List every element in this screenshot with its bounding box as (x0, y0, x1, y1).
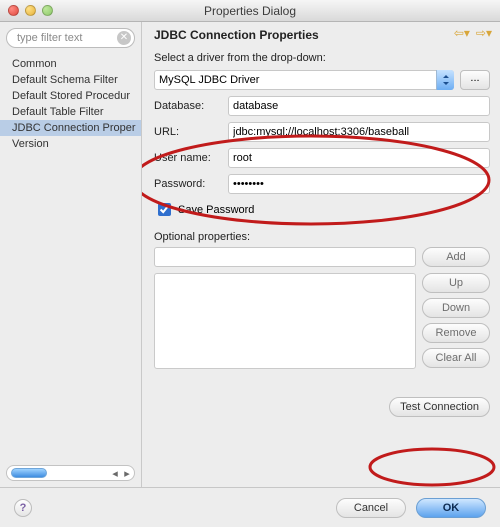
driver-select[interactable] (154, 70, 454, 90)
sidebar-item-jdbc[interactable]: JDBC Connection Proper (0, 120, 141, 136)
down-button[interactable]: Down (422, 298, 490, 318)
scroll-right-icon[interactable]: ▸ (122, 468, 132, 478)
annotation-highlight-test (362, 443, 500, 487)
window-title: Properties Dialog (0, 4, 500, 18)
up-button[interactable]: Up (422, 273, 490, 293)
page-title: JDBC Connection Properties (154, 28, 490, 42)
dialog-body: ✕ Common Default Schema Filter Default S… (0, 22, 500, 487)
url-input[interactable] (228, 122, 490, 142)
back-icon[interactable]: ⇦▾ (454, 26, 470, 40)
browse-driver-button[interactable]: ... (460, 70, 490, 90)
test-connection-button[interactable]: Test Connection (389, 397, 490, 417)
scroll-left-icon[interactable]: ◂ (110, 468, 120, 478)
optional-property-input[interactable] (154, 247, 416, 267)
optional-props-label: Optional properties: (154, 231, 490, 243)
remove-button[interactable]: Remove (422, 323, 490, 343)
database-input[interactable] (228, 96, 490, 116)
url-label: URL: (154, 126, 228, 138)
cancel-button[interactable]: Cancel (336, 498, 406, 518)
password-input[interactable] (228, 174, 490, 194)
sidebar-item-schema-filter[interactable]: Default Schema Filter (0, 72, 141, 88)
titlebar: Properties Dialog (0, 0, 500, 22)
save-password-checkbox[interactable] (158, 203, 171, 216)
database-label: Database: (154, 100, 228, 112)
clear-filter-icon[interactable]: ✕ (117, 31, 131, 45)
sidebar-item-table-filter[interactable]: Default Table Filter (0, 104, 141, 120)
dropdown-arrows-icon[interactable] (436, 70, 454, 90)
username-label: User name: (154, 152, 228, 164)
password-label: Password: (154, 178, 228, 190)
scrollbar-thumb[interactable] (11, 468, 47, 478)
optional-props-list[interactable] (154, 273, 416, 369)
sidebar-item-version[interactable]: Version (0, 136, 141, 152)
horizontal-scrollbar[interactable]: ◂ ▸ (6, 465, 135, 481)
sidebar-item-common[interactable]: Common (0, 56, 141, 72)
username-input[interactable] (228, 148, 490, 168)
sidebar: ✕ Common Default Schema Filter Default S… (0, 22, 142, 487)
driver-prompt: Select a driver from the drop-down: (154, 52, 490, 64)
filter-input[interactable] (6, 28, 135, 48)
add-button[interactable]: Add (422, 247, 490, 267)
history-nav: ⇦▾ ⇨▾ (454, 26, 492, 40)
forward-icon[interactable]: ⇨▾ (476, 26, 492, 40)
dialog-footer: ? Cancel OK (0, 487, 500, 527)
main-panel: ⇦▾ ⇨▾ JDBC Connection Properties Select … (142, 22, 500, 487)
sidebar-item-stored-proc[interactable]: Default Stored Procedur (0, 88, 141, 104)
clear-all-button[interactable]: Clear All (422, 348, 490, 368)
filter-wrap: ✕ (6, 28, 135, 48)
save-password-label: Save Password (178, 204, 254, 216)
sidebar-list: Common Default Schema Filter Default Sto… (0, 52, 141, 461)
ok-button[interactable]: OK (416, 498, 486, 518)
help-button[interactable]: ? (14, 499, 32, 517)
driver-select-wrap (154, 70, 454, 90)
